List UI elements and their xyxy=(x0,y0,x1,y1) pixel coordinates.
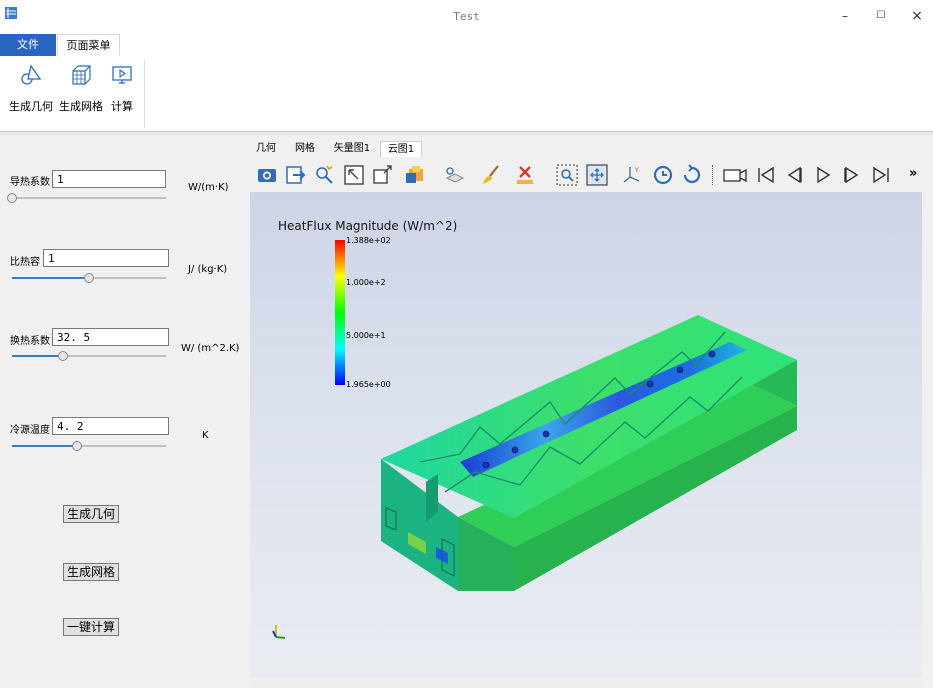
last-frame-icon[interactable] xyxy=(870,164,892,186)
play-icon[interactable] xyxy=(812,164,834,186)
generate-geometry-button[interactable]: 生成几何 xyxy=(63,505,120,523)
maximize-button[interactable]: ☐ xyxy=(866,4,896,28)
param-label-heat-transfer: 换热系数 xyxy=(10,336,50,347)
ribbon-panel xyxy=(0,56,933,132)
paint-icon[interactable] xyxy=(480,164,502,186)
legend-tick-max: 1.388e+02 xyxy=(346,236,391,245)
geometry-icon xyxy=(21,64,42,85)
axes-icon[interactable]: Y xyxy=(621,164,643,186)
rotate-cw-icon[interactable] xyxy=(681,164,703,186)
cold-source-temp-unit: K xyxy=(202,430,209,441)
cold-source-temp-slider-fill xyxy=(12,445,77,447)
toolbar-separator xyxy=(712,165,714,185)
select-box-icon[interactable] xyxy=(343,164,365,186)
toolbar-overflow-button[interactable]: » xyxy=(909,166,917,181)
mesh-icon xyxy=(72,65,91,85)
specific-heat-slider-fill xyxy=(12,277,89,279)
view-tab-mesh[interactable]: 网格 xyxy=(293,141,317,156)
compute-ribbon-button[interactable]: 计算 xyxy=(106,60,138,120)
window-title: Test xyxy=(453,10,480,23)
generate-mesh-button[interactable]: 生成网格 xyxy=(63,563,120,581)
legend-tick-50: 5.000e+1 xyxy=(346,331,386,340)
svg-text:Y: Y xyxy=(634,167,639,174)
color-legend-bar xyxy=(335,240,345,385)
first-frame-icon[interactable] xyxy=(755,164,777,186)
conductivity-slider-handle[interactable] xyxy=(7,193,17,203)
reset-view-icon[interactable] xyxy=(371,164,393,186)
generate-mesh-label: 生成网格 xyxy=(59,100,103,113)
next-frame-icon[interactable] xyxy=(841,164,863,186)
heat-transfer-slider-handle[interactable] xyxy=(57,351,68,361)
heat-transfer-unit: W/ (m^2.K) xyxy=(181,343,240,354)
generate-mesh-ribbon-button[interactable]: 生成网格 xyxy=(58,60,104,120)
param-label-conductivity: 导热系数 xyxy=(10,177,50,188)
ribbon-divider xyxy=(144,60,145,128)
param-label-cold-source-temp: 冷源温度 xyxy=(10,425,50,436)
param-label-specific-heat: 比热容 xyxy=(10,257,40,268)
specific-heat-input[interactable] xyxy=(43,249,169,267)
prev-frame-icon[interactable] xyxy=(783,164,805,186)
compute-icon xyxy=(112,66,132,84)
visibility-icon[interactable] xyxy=(443,164,465,186)
zoom-box-icon[interactable] xyxy=(556,164,578,186)
view-tab-geometry[interactable]: 几何 xyxy=(255,141,277,156)
color-icon[interactable] xyxy=(404,164,426,186)
horizontal-scrollbar[interactable] xyxy=(250,678,922,688)
legend-tick-min: 1.965e+00 xyxy=(346,380,391,389)
specific-heat-unit: J/ (kg·K) xyxy=(188,264,228,275)
3d-viewport[interactable] xyxy=(250,192,922,678)
view-tab-contour[interactable]: 云图1 xyxy=(380,141,422,157)
axes-triad-icon xyxy=(272,625,286,639)
one-click-compute-button[interactable]: 一键计算 xyxy=(63,618,120,636)
specific-heat-slider-handle[interactable] xyxy=(84,273,94,283)
generate-geometry-label: 生成几何 xyxy=(9,100,53,113)
clear-icon[interactable] xyxy=(514,164,536,186)
rotate-ccw-icon[interactable] xyxy=(652,164,674,186)
splitter xyxy=(0,131,933,135)
screenshot-icon[interactable] xyxy=(256,164,278,186)
minimize-button[interactable]: – xyxy=(830,4,860,28)
legend-title: HeatFlux Magnitude (W/m^2) xyxy=(278,219,458,233)
conductivity-slider-track[interactable] xyxy=(12,197,166,199)
cold-source-temp-slider-handle[interactable] xyxy=(71,441,82,451)
generate-geometry-ribbon-button[interactable]: 生成几何 xyxy=(8,60,54,120)
compute-label: 计算 xyxy=(111,100,133,113)
heat-transfer-input[interactable] xyxy=(52,328,169,346)
ribbon-tab-row xyxy=(0,34,933,57)
contour-model xyxy=(381,315,797,591)
pick-icon[interactable] xyxy=(313,164,335,186)
conductivity-unit: W/(m·K) xyxy=(188,182,229,193)
export-icon[interactable] xyxy=(285,164,307,186)
conductivity-input[interactable] xyxy=(52,170,166,188)
heat-transfer-slider-fill xyxy=(12,355,63,357)
camera-icon[interactable] xyxy=(722,164,748,186)
close-button[interactable]: × xyxy=(902,4,932,28)
tab-page-menu[interactable]: 页面菜单 xyxy=(57,34,120,56)
view-tab-vector[interactable]: 矢量图1 xyxy=(333,141,371,156)
fit-view-icon[interactable] xyxy=(586,164,608,186)
tab-file[interactable]: 文件 xyxy=(0,34,56,56)
cold-source-temp-input[interactable] xyxy=(52,417,169,435)
legend-tick-100: 1.000e+2 xyxy=(346,278,386,287)
